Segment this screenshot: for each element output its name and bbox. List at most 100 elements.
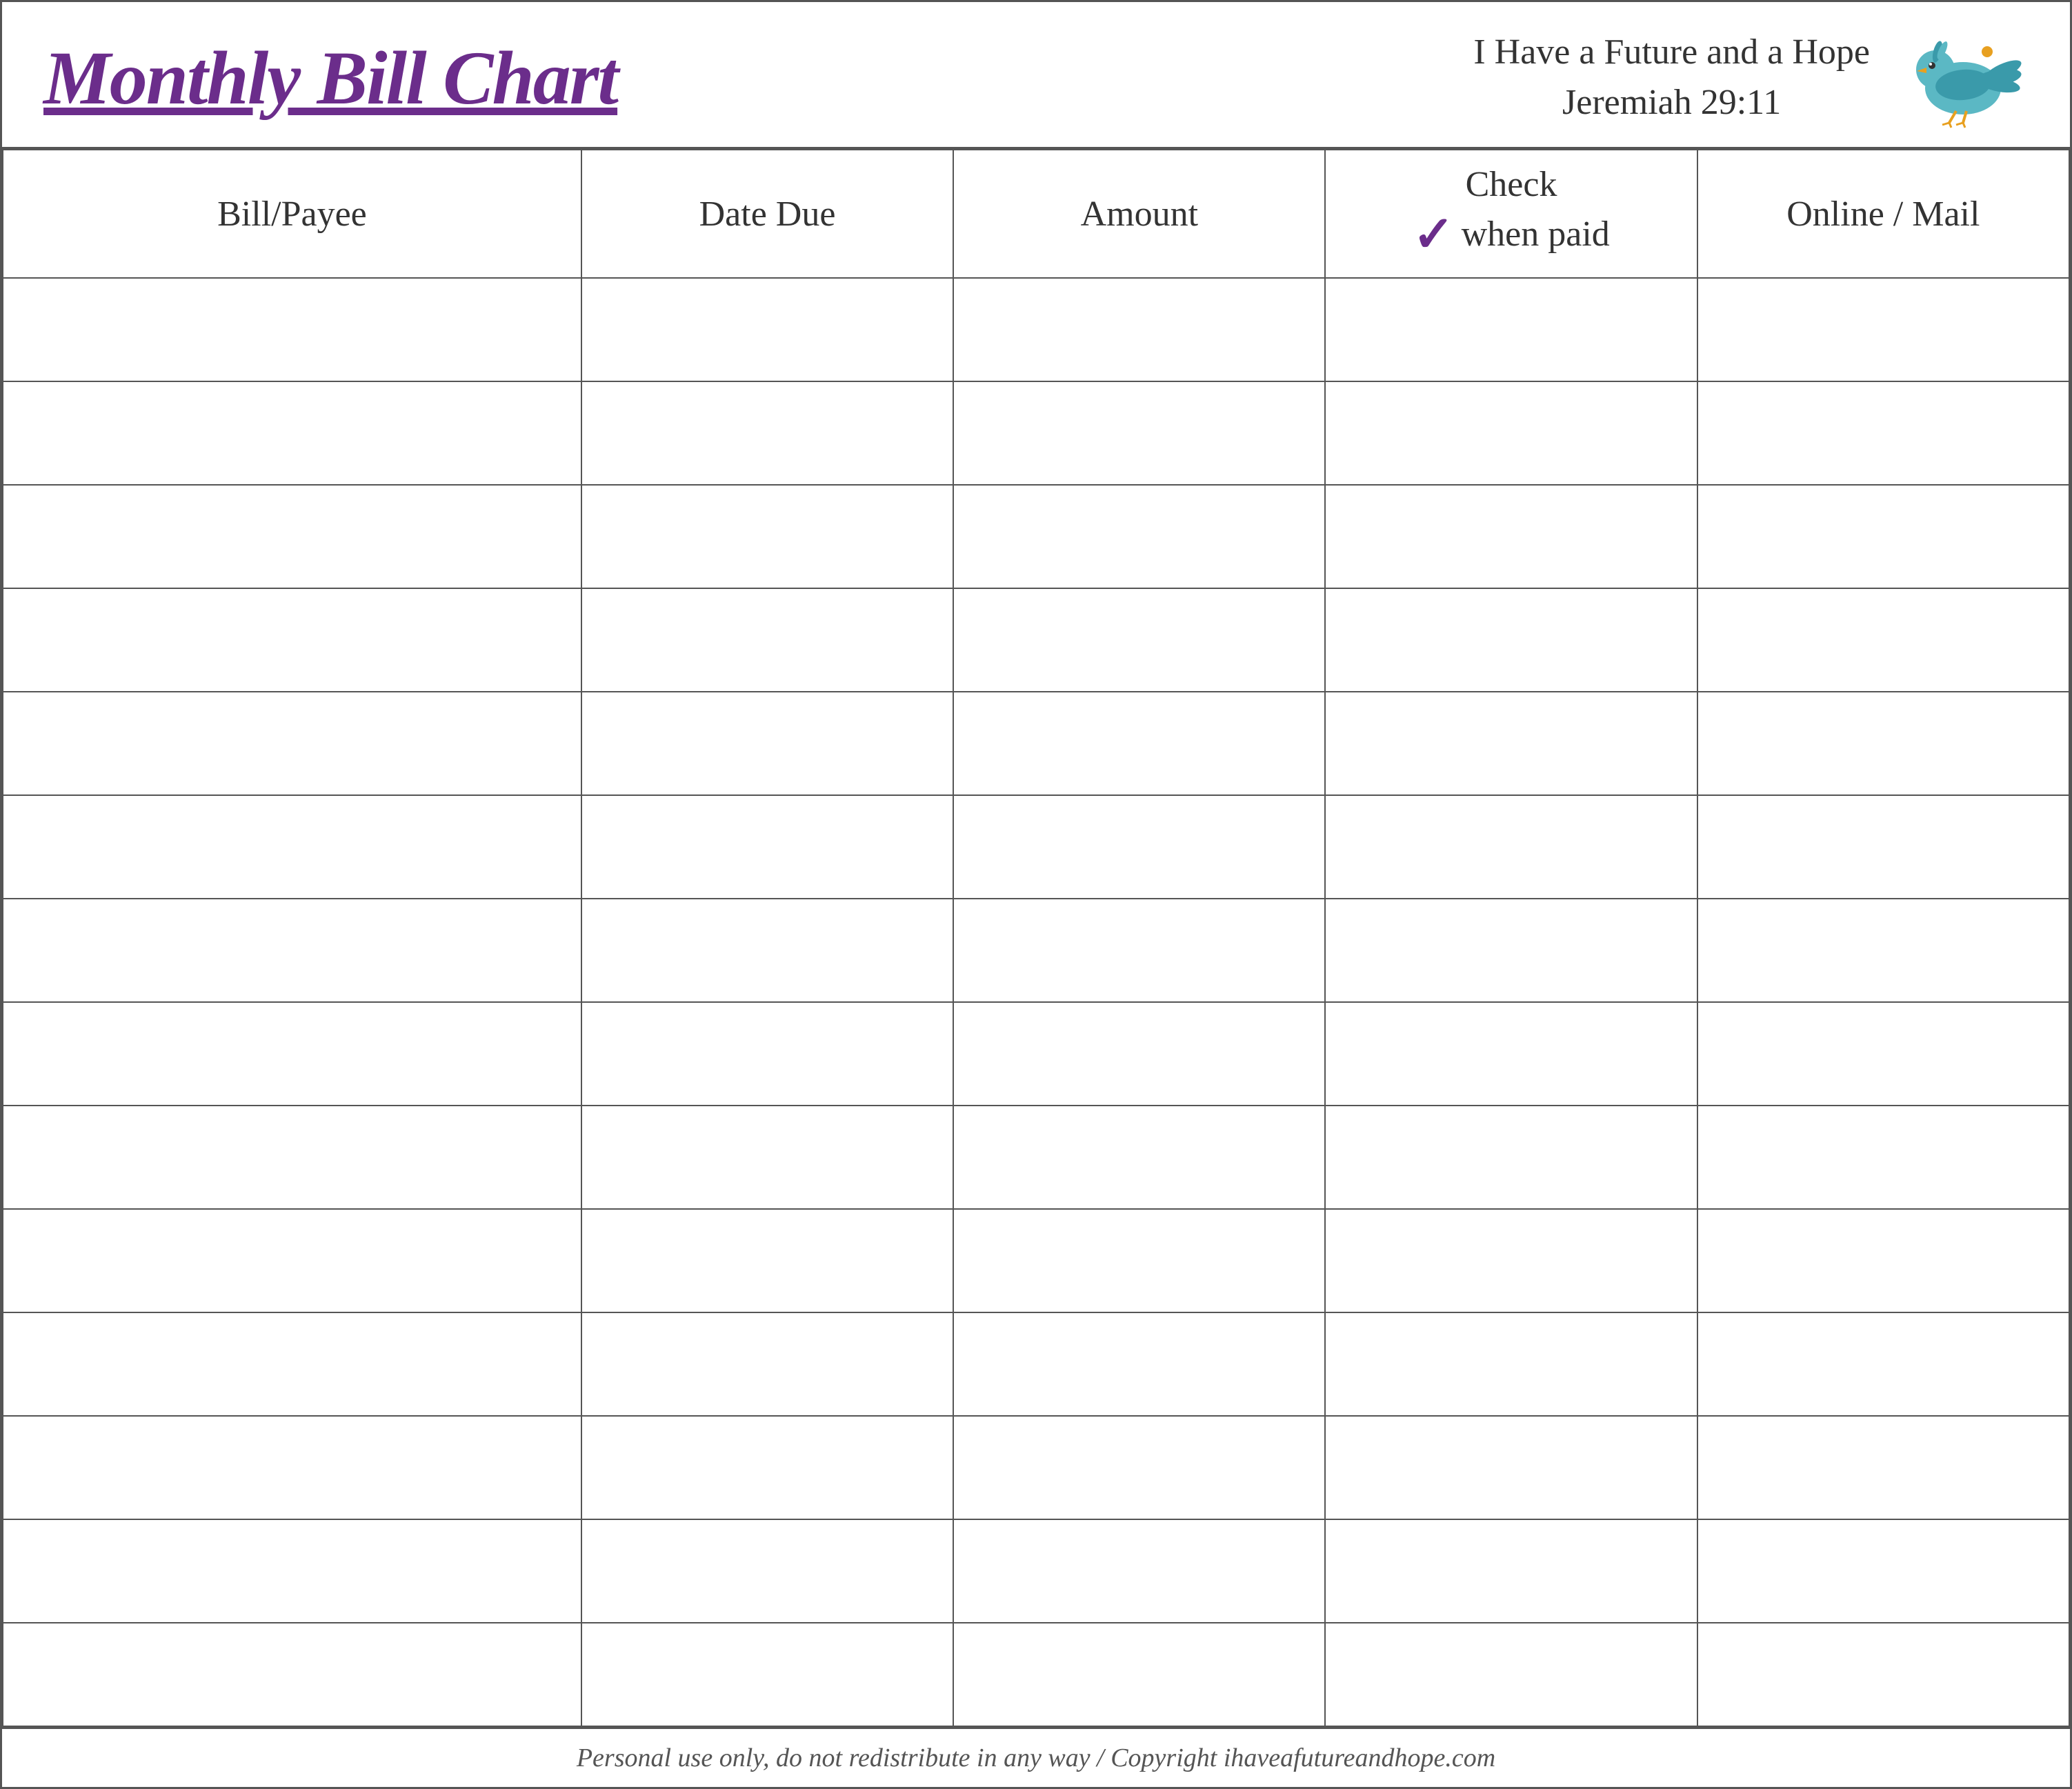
table-cell (1697, 485, 2069, 588)
table-cell (1697, 1106, 2069, 1209)
table-cell (3, 1002, 581, 1106)
table-cell (1325, 1312, 1697, 1416)
table-cell (581, 1519, 953, 1623)
table-cell (953, 1623, 1325, 1726)
table-cell (953, 899, 1325, 1002)
main-title: Monthly Bill Chart (43, 37, 617, 120)
table-cell (581, 278, 953, 381)
table-header-row: Bill/Payee Date Due Amount Check ✓ w (3, 150, 2069, 278)
table-cell (953, 1106, 1325, 1209)
table-row (3, 1623, 2069, 1726)
table-cell (1697, 381, 2069, 485)
page: Monthly Bill Chart I Have a Future and a… (2, 2, 2070, 1787)
table-cell (1325, 1106, 1697, 1209)
table-cell (953, 381, 1325, 485)
col-header-online: Online / Mail (1697, 150, 2069, 278)
table-cell (1325, 381, 1697, 485)
table-cell (953, 485, 1325, 588)
col-header-date: Date Due (581, 150, 953, 278)
table-cell (953, 278, 1325, 381)
check-label-when-paid: when paid (1462, 214, 1610, 254)
table-cell (3, 1519, 581, 1623)
col-header-amount: Amount (953, 150, 1325, 278)
table-cell (1325, 1002, 1697, 1106)
table-cell (581, 1209, 953, 1312)
table-cell (3, 381, 581, 485)
table-cell (1325, 795, 1697, 899)
table-cell (581, 1623, 953, 1726)
table-cell (953, 1002, 1325, 1106)
table-cell (1325, 1519, 1697, 1623)
table-row (3, 485, 2069, 588)
table-wrapper: Bill/Payee Date Due Amount Check ✓ w (2, 149, 2070, 1727)
table-cell (1325, 588, 1697, 692)
verse-line2: Jeremiah 29:11 (1473, 78, 1870, 128)
table-cell (1697, 1519, 2069, 1623)
table-cell (3, 899, 581, 1002)
table-cell (3, 1312, 581, 1416)
table-cell (953, 1209, 1325, 1312)
table-cell (1325, 485, 1697, 588)
table-cell (581, 485, 953, 588)
bird-icon (1891, 23, 2029, 133)
table-cell (1325, 899, 1697, 1002)
table-row (3, 692, 2069, 795)
table-cell (3, 1106, 581, 1209)
col-header-bill: Bill/Payee (3, 150, 581, 278)
table-cell (1697, 692, 2069, 795)
table-cell (953, 1416, 1325, 1519)
table-cell (3, 588, 581, 692)
table-row (3, 278, 2069, 381)
table-cell (3, 1416, 581, 1519)
table-cell (1325, 278, 1697, 381)
table-row (3, 1106, 2069, 1209)
table-row (3, 1312, 2069, 1416)
table-cell (1325, 1209, 1697, 1312)
footer-text: Personal use only, do not redistribute i… (577, 1743, 1495, 1772)
table-cell (581, 692, 953, 795)
table-row (3, 1519, 2069, 1623)
table-cell (581, 1312, 953, 1416)
table-cell (1325, 1623, 1697, 1726)
table-cell (3, 1623, 581, 1726)
table-cell (581, 1002, 953, 1106)
bird-area (1891, 23, 2029, 133)
table-cell (3, 795, 581, 899)
table-row (3, 1209, 2069, 1312)
table-body (3, 278, 2069, 1726)
table-cell (953, 1519, 1325, 1623)
table-cell (953, 692, 1325, 795)
check-label-bottom: ✓ when paid (1413, 205, 1610, 263)
table-row (3, 899, 2069, 1002)
checkmark-icon: ✓ (1413, 205, 1454, 263)
table-cell (1697, 899, 2069, 1002)
check-label-top: Check (1466, 164, 1557, 205)
table-cell (1325, 1416, 1697, 1519)
table-cell (953, 588, 1325, 692)
table-row (3, 795, 2069, 899)
header-right: I Have a Future and a Hope Jeremiah 29:1… (1473, 23, 2029, 133)
table-cell (3, 485, 581, 588)
table-cell (1697, 1209, 2069, 1312)
verse-line1: I Have a Future and a Hope (1473, 28, 1870, 78)
table-cell (1697, 588, 2069, 692)
table-cell (1697, 1312, 2069, 1416)
table-cell (1697, 1416, 2069, 1519)
title-area: Monthly Bill Chart (43, 37, 617, 120)
footer: Personal use only, do not redistribute i… (2, 1727, 2070, 1787)
col-header-check: Check ✓ when paid (1325, 150, 1697, 278)
table-row (3, 1002, 2069, 1106)
table-row (3, 588, 2069, 692)
table-cell (581, 1416, 953, 1519)
header: Monthly Bill Chart I Have a Future and a… (2, 2, 2070, 149)
table-cell (953, 795, 1325, 899)
table-cell (581, 795, 953, 899)
table-row (3, 1416, 2069, 1519)
table-cell (1325, 692, 1697, 795)
table-cell (581, 588, 953, 692)
table-cell (3, 1209, 581, 1312)
table-cell (1697, 1623, 2069, 1726)
table-cell (3, 278, 581, 381)
bill-table: Bill/Payee Date Due Amount Check ✓ w (2, 149, 2070, 1727)
bible-verse: I Have a Future and a Hope Jeremiah 29:1… (1473, 28, 1870, 128)
